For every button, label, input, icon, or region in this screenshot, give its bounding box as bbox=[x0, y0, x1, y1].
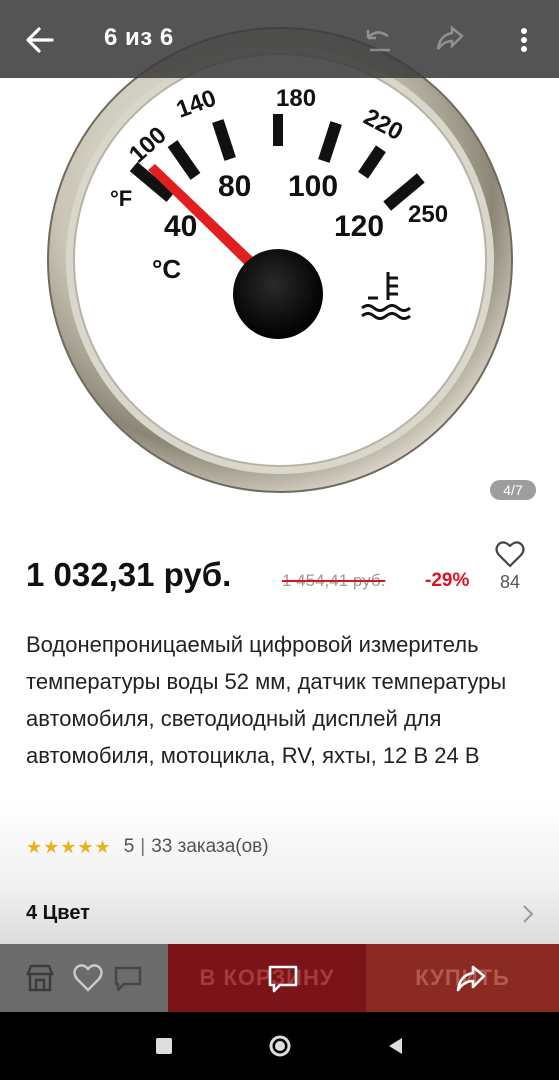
back-triangle-icon[interactable] bbox=[386, 1036, 404, 1056]
rating-score: 5 bbox=[123, 836, 135, 857]
heart-icon bbox=[495, 541, 525, 568]
heart-icon[interactable] bbox=[72, 962, 104, 994]
store-icon[interactable] bbox=[24, 962, 56, 994]
undo-icon bbox=[366, 30, 390, 52]
f-tick-label: 250 bbox=[408, 201, 448, 228]
product-title: Водонепроницаемый цифровой измеритель те… bbox=[26, 632, 507, 768]
favorites-count: 84 bbox=[499, 572, 521, 592]
c-tick-label: 120 bbox=[334, 210, 384, 243]
rating-separator: | bbox=[140, 836, 146, 857]
home-icon[interactable] bbox=[268, 1034, 292, 1058]
c-tick-label: 80 bbox=[218, 170, 251, 203]
temperature-gauge: 100 140 180 220 250 °F 40 80 100 120 °C bbox=[47, 27, 513, 493]
f-tick-label: 180 bbox=[276, 85, 316, 112]
product-image[interactable]: 100 140 180 220 250 °F 40 80 100 120 °C bbox=[0, 0, 559, 520]
recent-apps-icon[interactable] bbox=[156, 1038, 172, 1054]
arrow-left-icon[interactable] bbox=[22, 22, 58, 58]
chevron-right-icon bbox=[523, 905, 534, 923]
old-price: 1 454,41 руб. bbox=[282, 571, 386, 590]
unit-f-label: °F bbox=[110, 186, 132, 211]
color-option-label: 4 Цвет bbox=[26, 902, 90, 924]
share-icon[interactable] bbox=[454, 962, 488, 994]
current-price: 1 032,31 руб. bbox=[26, 556, 232, 593]
rating-stars: ★★★★★ bbox=[26, 836, 112, 857]
discount-badge: -29% bbox=[425, 570, 470, 591]
c-tick-label: 100 bbox=[288, 170, 338, 203]
more-vertical-icon[interactable] bbox=[512, 22, 536, 58]
image-counter: 6 из 6 bbox=[104, 24, 174, 51]
image-page-indicator: 4/7 bbox=[490, 480, 536, 500]
bottom-action-bar: В КОРЗИНУ КУПИТЬ bbox=[0, 944, 559, 1012]
image-viewer-header: 6 из 6 bbox=[0, 0, 559, 78]
system-navigation-bar bbox=[0, 1012, 559, 1080]
chat-icon[interactable] bbox=[266, 962, 300, 994]
unit-c-label: °C bbox=[152, 254, 181, 284]
orders-count: 33 заказа(ов) bbox=[151, 836, 269, 857]
favorite-button[interactable]: 84 bbox=[490, 540, 530, 593]
color-option-row[interactable]: 4 Цвет bbox=[0, 890, 559, 940]
chat-icon[interactable] bbox=[112, 962, 144, 994]
rating-row[interactable]: ★★★★★ 5 | 33 заказа(ов) bbox=[26, 834, 269, 860]
share-icon bbox=[436, 25, 464, 50]
c-tick-label: 40 bbox=[164, 210, 197, 243]
